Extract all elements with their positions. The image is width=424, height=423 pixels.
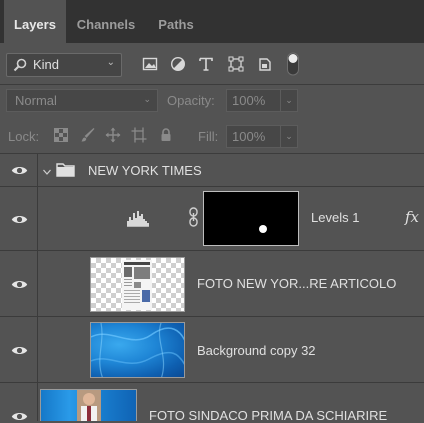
panel-tab-bar: Layers Channels Paths xyxy=(0,0,424,43)
move-icon[interactable] xyxy=(105,127,123,145)
toggle-icon[interactable] xyxy=(286,52,304,76)
visibility-column xyxy=(0,317,38,382)
link-icon[interactable] xyxy=(189,207,198,232)
opacity-field[interactable]: 100% ⌄ xyxy=(226,89,298,112)
image-icon[interactable] xyxy=(142,56,160,74)
layer-thumbnail[interactable] xyxy=(40,389,137,421)
fill-value: 100% xyxy=(232,129,266,144)
search-icon xyxy=(13,58,27,75)
chevron-down-icon[interactable]: ⌄ xyxy=(280,126,297,147)
eye-icon[interactable] xyxy=(11,345,28,356)
chevron-down-icon: ⌄ xyxy=(143,94,151,104)
layer-foto-sindaco-row[interactable]: FOTO SINDACO PRIMA DA SCHIARIRE xyxy=(0,383,424,423)
layer-group-row[interactable]: NEW YORK TIMES xyxy=(0,154,424,187)
tab-layers[interactable]: Layers xyxy=(4,0,66,43)
lock-label: Lock: xyxy=(8,129,40,144)
fill-label: Fill: xyxy=(198,129,219,144)
tab-paths[interactable]: Paths xyxy=(148,0,204,43)
layer-thumbnail[interactable] xyxy=(90,322,185,378)
shape-icon[interactable] xyxy=(228,56,246,74)
visibility-column xyxy=(0,383,38,421)
layer-name[interactable]: NEW YORK TIMES xyxy=(88,163,202,178)
chevron-down-icon: ⌄ xyxy=(106,57,115,68)
smart-object-icon[interactable] xyxy=(257,56,275,74)
filter-kind-select[interactable]: Kind ⌄ xyxy=(6,53,122,77)
layer-mask-thumbnail[interactable] xyxy=(203,191,299,246)
visibility-column xyxy=(0,187,38,250)
levels-histogram-icon xyxy=(126,209,150,232)
lock-transparent-pixels-icon[interactable] xyxy=(53,127,71,145)
blend-mode-value: Normal xyxy=(15,93,57,108)
divider xyxy=(0,84,424,85)
eye-icon[interactable] xyxy=(11,165,28,176)
artboard-icon[interactable] xyxy=(131,127,149,145)
layer-name[interactable]: Levels 1 xyxy=(311,210,359,225)
folder-icon xyxy=(56,162,75,182)
eye-icon[interactable] xyxy=(11,279,28,290)
layer-foto-articolo-row[interactable]: FOTO NEW YOR...RE ARTICOLO xyxy=(0,251,424,317)
visibility-column xyxy=(0,251,38,316)
blue-background-image xyxy=(91,323,184,377)
visibility-column xyxy=(0,154,38,186)
mayor-photo-image xyxy=(77,390,101,421)
opacity-value: 100% xyxy=(232,93,266,108)
mask-dot xyxy=(259,225,267,233)
type-icon[interactable] xyxy=(198,56,216,74)
lock-icon[interactable] xyxy=(158,127,176,145)
chevron-down-icon[interactable] xyxy=(42,164,52,182)
half-circle-icon[interactable] xyxy=(170,56,188,74)
layer-name[interactable]: Background copy 32 xyxy=(197,343,316,358)
layer-background-copy-row[interactable]: Background copy 32 xyxy=(0,317,424,383)
tab-channels[interactable]: Channels xyxy=(70,0,142,43)
newspaper-thumbnail-image xyxy=(122,260,152,310)
brush-icon[interactable] xyxy=(80,127,98,145)
chevron-down-icon[interactable]: ⌄ xyxy=(280,90,297,111)
fill-field[interactable]: 100% ⌄ xyxy=(226,125,298,148)
layer-thumbnail[interactable] xyxy=(90,257,185,312)
layer-levels-row[interactable]: Levels 1 fx xyxy=(0,187,424,251)
blend-mode-select[interactable]: Normal ⌄ xyxy=(6,89,158,112)
opacity-label: Opacity: xyxy=(167,93,215,108)
filter-kind-label: Kind xyxy=(33,57,60,72)
eye-icon[interactable] xyxy=(11,214,28,225)
eye-icon[interactable] xyxy=(11,411,28,422)
layer-name[interactable]: FOTO NEW YOR...RE ARTICOLO xyxy=(197,276,396,291)
layer-effects-fx-icon[interactable]: fx xyxy=(405,208,419,226)
